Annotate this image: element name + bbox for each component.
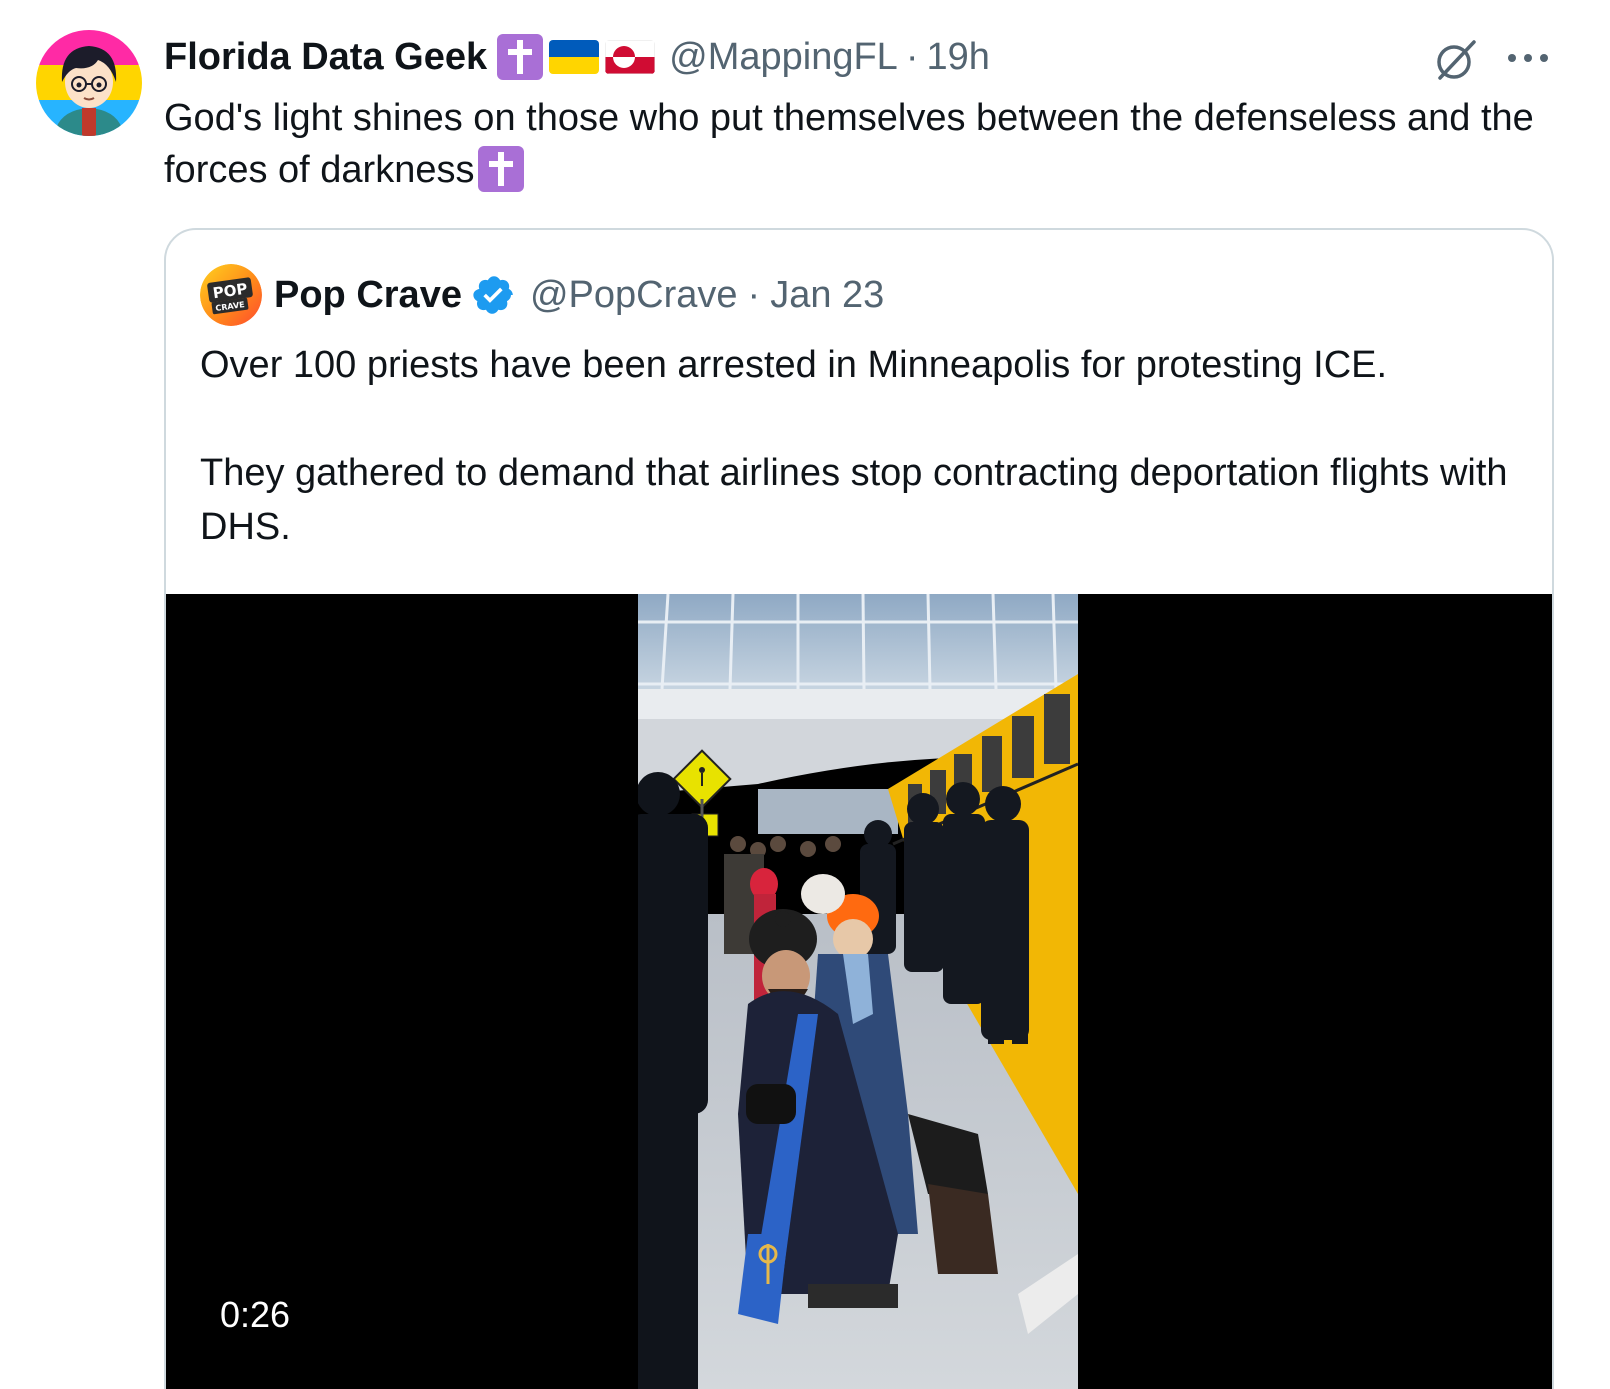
cartoon-avatar-icon	[54, 46, 124, 136]
tweet-text: God's light shines on those who put them…	[164, 92, 1564, 196]
grok-icon[interactable]	[1432, 36, 1480, 84]
tweet-text-body: God's light shines on those who put them…	[164, 97, 1534, 191]
tweet[interactable]: Florida Data Geek @MappingFL · 19h God's…	[0, 0, 1610, 1389]
quote-text-paragraph-1: Over 100 priests have been arrested in M…	[200, 344, 1388, 386]
pop-crave-logo: POP CRAVE	[200, 264, 262, 326]
video-player[interactable]: 0:26	[166, 594, 1552, 1389]
quote-author-avatar[interactable]: POP CRAVE	[200, 264, 262, 326]
author-header: Florida Data Geek @MappingFL · 19h	[164, 32, 990, 82]
more-icon[interactable]	[1506, 48, 1550, 68]
tweet-timestamp[interactable]: 19h	[926, 36, 989, 79]
latin-cross-emoji	[478, 146, 525, 192]
quote-display-name[interactable]: Pop Crave	[274, 274, 462, 317]
video-duration: 0:26	[206, 1290, 305, 1340]
quote-text-paragraph-2: They gathered to demand that airlines st…	[200, 452, 1508, 548]
ukraine-flag-emoji	[549, 40, 600, 74]
quoted-tweet[interactable]: POP CRAVE Pop Crave @PopCrave · Jan 23 O…	[164, 228, 1554, 1389]
latin-cross-emoji	[497, 34, 544, 80]
verified-badge-icon	[473, 276, 513, 314]
quote-handle[interactable]: @PopCrave	[530, 274, 738, 317]
quote-author-header: Pop Crave @PopCrave · Jan 23	[274, 270, 884, 320]
author-handle[interactable]: @MappingFL	[669, 36, 898, 79]
quote-timestamp[interactable]: Jan 23	[770, 274, 884, 317]
author-avatar[interactable]	[36, 30, 142, 136]
author-display-name[interactable]: Florida Data Geek	[164, 36, 487, 79]
separator-dot: ·	[747, 273, 761, 316]
quote-text: Over 100 priests have been arrested in M…	[200, 338, 1520, 554]
greenland-flag-emoji	[605, 40, 656, 74]
video-thumbnail	[638, 594, 1078, 1389]
separator-dot: ·	[905, 35, 919, 78]
